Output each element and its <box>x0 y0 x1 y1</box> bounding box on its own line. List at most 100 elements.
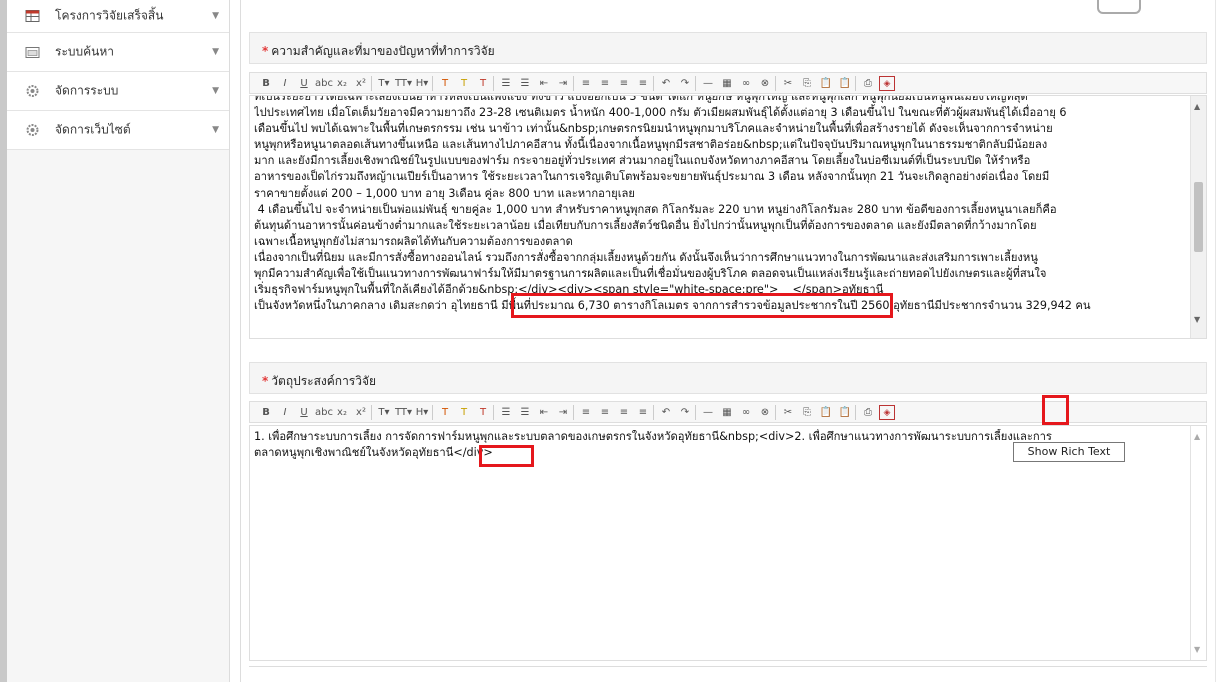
table-button[interactable]: ▦ <box>719 405 735 420</box>
editor-content[interactable]: ที่เป็นระยะยาวโดยเฉพาะเลี้ยงเป็นอาหารหลั… <box>254 96 1188 314</box>
underline-button[interactable]: U <box>296 405 312 420</box>
scroll-down-icon[interactable]: ▼ <box>1194 645 1200 654</box>
scroll-thumb[interactable] <box>1194 182 1203 252</box>
bullet-list-button[interactable]: ☰ <box>498 76 514 91</box>
numbered-list-button[interactable]: ☰ <box>517 76 533 91</box>
italic-button[interactable]: I <box>277 76 293 91</box>
paste-text-button[interactable]: 📋 <box>837 405 853 420</box>
paste-button[interactable]: 📋 <box>818 405 834 420</box>
superscript-button[interactable]: x² <box>353 76 369 91</box>
font-color-button[interactable]: T <box>437 76 453 91</box>
cut-button[interactable]: ✂ <box>780 76 796 91</box>
indent-button[interactable]: ⇥ <box>555 405 571 420</box>
bold-button[interactable]: B <box>258 405 274 420</box>
highlight-button[interactable]: T <box>456 76 472 91</box>
align-left-button[interactable]: ≡ <box>578 76 594 91</box>
undo-button[interactable]: ↶ <box>658 405 674 420</box>
required-mark: * <box>262 44 269 58</box>
link-button[interactable]: ∞ <box>738 76 754 91</box>
section-title: * วัตถุประสงค์การวิจัย <box>262 372 376 391</box>
clear-format-button[interactable]: T <box>475 405 491 420</box>
outdent-button[interactable]: ⇤ <box>536 405 552 420</box>
align-right-button[interactable]: ≡ <box>616 405 632 420</box>
bullet-list-button[interactable]: ☰ <box>498 405 514 420</box>
section-title-text: ความสำคัญและที่มาของปัญหาที่ทำการวิจัย <box>271 44 495 58</box>
redo-button[interactable]: ↷ <box>677 405 693 420</box>
scrollbar[interactable]: ▲ ▼ <box>1190 426 1206 660</box>
paste-button[interactable]: 📋 <box>818 76 834 91</box>
paste-text-button[interactable]: 📋 <box>837 76 853 91</box>
layout-gap <box>230 0 240 682</box>
subscript-button[interactable]: x₂ <box>334 76 350 91</box>
font-size-button[interactable]: T▾ <box>376 76 392 91</box>
bold-button[interactable]: B <box>258 76 274 91</box>
align-center-button[interactable]: ≡ <box>597 405 613 420</box>
align-center-button[interactable]: ≡ <box>597 76 613 91</box>
sidebar: โครงการวิจัยเสร็จสิ้น ▼ ระบบค้นหา ▼ จัดก… <box>7 0 230 682</box>
copy-button[interactable]: ⎘ <box>799 76 815 91</box>
heading-button[interactable]: H▾ <box>414 76 430 91</box>
toolbar-separator <box>493 76 494 91</box>
strikethrough-button[interactable]: abc <box>315 76 333 91</box>
chevron-down-icon: ▼ <box>212 47 219 57</box>
toolbar-separator <box>371 405 372 420</box>
indent-button[interactable]: ⇥ <box>555 76 571 91</box>
highlight-button[interactable]: T <box>456 405 472 420</box>
cut-button[interactable]: ✂ <box>780 405 796 420</box>
font-family-button[interactable]: TT▾ <box>395 405 412 420</box>
italic-button[interactable]: I <box>277 405 293 420</box>
toolbar-separator <box>653 405 654 420</box>
toolbar-separator <box>775 405 776 420</box>
hr-button[interactable]: — <box>700 405 716 420</box>
justify-button[interactable]: ≡ <box>635 76 651 91</box>
hr-button[interactable]: — <box>700 76 716 91</box>
tooltip: Show Rich Text <box>1013 442 1125 462</box>
heading-button[interactable]: H▾ <box>414 405 430 420</box>
clear-format-button[interactable]: T <box>475 76 491 91</box>
sidebar-item-search-system[interactable]: ระบบค้นหา ▼ <box>7 33 229 72</box>
font-color-button[interactable]: T <box>437 405 453 420</box>
unlink-button[interactable]: ⊗ <box>757 76 773 91</box>
scroll-up-icon[interactable]: ▲ <box>1194 102 1200 111</box>
subscript-button[interactable]: x₂ <box>334 405 350 420</box>
link-button[interactable]: ∞ <box>738 405 754 420</box>
gear-icon <box>26 85 39 97</box>
underline-button[interactable]: U <box>296 76 312 91</box>
superscript-button[interactable]: x² <box>353 405 369 420</box>
redo-button[interactable]: ↷ <box>677 76 693 91</box>
section-title-text: วัตถุประสงค์การวิจัย <box>271 374 377 388</box>
font-size-button[interactable]: T▾ <box>376 405 392 420</box>
chevron-down-icon: ▼ <box>212 125 219 135</box>
sidebar-item-website-management[interactable]: จัดการเว็บไซต์ ▼ <box>7 111 229 150</box>
toolbar-separator <box>653 76 654 91</box>
scroll-up-icon[interactable]: ▲ <box>1194 432 1200 441</box>
toolbar-separator <box>695 76 696 91</box>
toolbar-separator <box>695 405 696 420</box>
sidebar-item-completed-projects[interactable]: โครงการวิจัยเสร็จสิ้น ▼ <box>7 0 229 33</box>
page-right-edge <box>1215 0 1229 682</box>
toolbar-separator <box>573 76 574 91</box>
copy-button[interactable]: ⎘ <box>799 405 815 420</box>
print-button[interactable]: ⎙ <box>860 405 876 420</box>
scrollbar[interactable]: ▲ ▼ <box>1190 96 1206 338</box>
table-icon <box>25 10 40 22</box>
scroll-down-icon[interactable]: ▼ <box>1194 315 1200 324</box>
undo-button[interactable]: ↶ <box>658 76 674 91</box>
print-button[interactable]: ⎙ <box>860 76 876 91</box>
sidebar-item-label: ระบบค้นหา <box>55 44 115 59</box>
folder-icon <box>25 47 40 58</box>
section-title: * ความสำคัญและที่มาของปัญหาที่ทำการวิจัย <box>262 42 495 61</box>
sidebar-item-system-management[interactable]: จัดการระบบ ▼ <box>7 72 229 111</box>
justify-button[interactable]: ≡ <box>635 405 651 420</box>
unlink-button[interactable]: ⊗ <box>757 405 773 420</box>
show-rich-text-button[interactable]: ◈ <box>879 405 895 420</box>
table-button[interactable]: ▦ <box>719 76 735 91</box>
font-family-button[interactable]: TT▾ <box>395 76 412 91</box>
strikethrough-button[interactable]: abc <box>315 405 333 420</box>
numbered-list-button[interactable]: ☰ <box>517 405 533 420</box>
align-right-button[interactable]: ≡ <box>616 76 632 91</box>
show-rich-text-button[interactable]: ◈ <box>879 76 895 91</box>
left-edge-strip <box>0 0 7 682</box>
outdent-button[interactable]: ⇤ <box>536 76 552 91</box>
align-left-button[interactable]: ≡ <box>578 405 594 420</box>
